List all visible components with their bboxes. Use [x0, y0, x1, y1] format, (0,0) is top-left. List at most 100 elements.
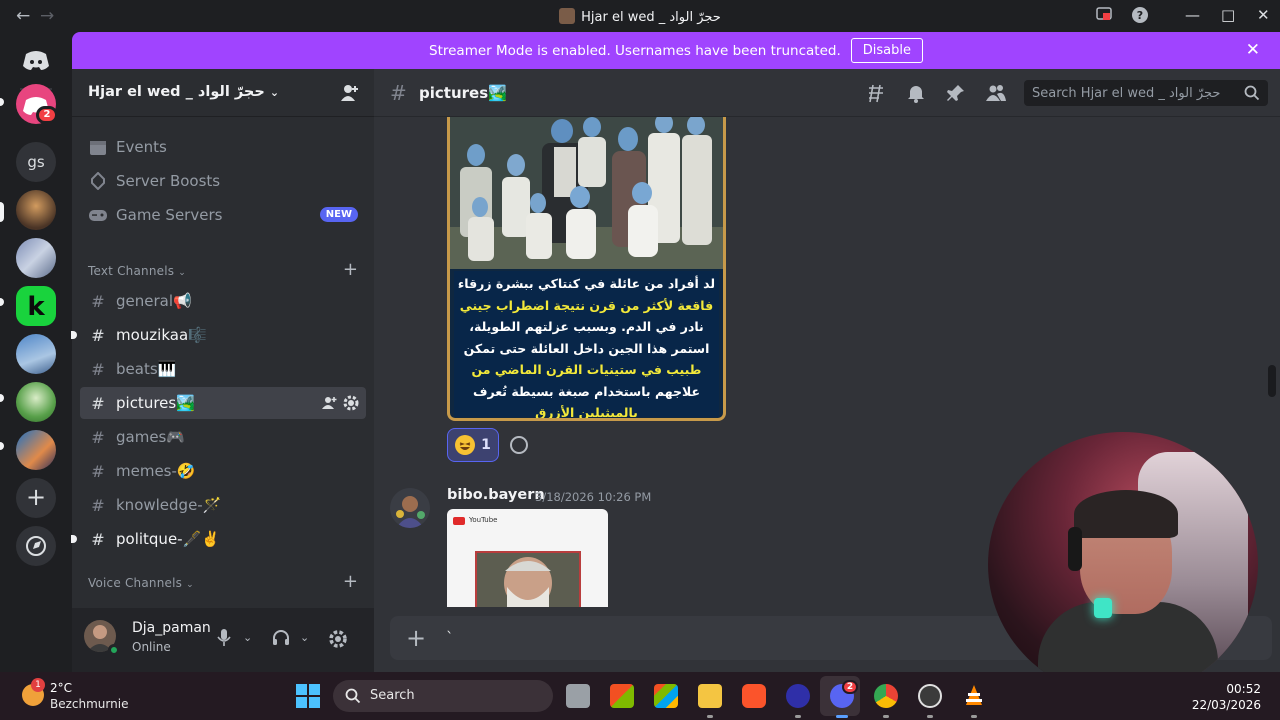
scrollbar[interactable] [1268, 365, 1276, 397]
create-channel-icon[interactable]: + [343, 259, 358, 280]
online-status-dot [108, 644, 120, 656]
channel-pictures[interactable]: # pictures🏞️ [80, 387, 366, 419]
avatar[interactable] [390, 488, 430, 528]
microphone-icon[interactable] [216, 628, 232, 648]
discord-badge: 2 [842, 680, 858, 694]
chrome-icon[interactable] [874, 684, 898, 708]
running-indicator [707, 715, 713, 718]
invite-people-icon[interactable] [340, 83, 360, 103]
bell-icon[interactable] [906, 83, 926, 103]
hash-icon: # [390, 81, 407, 105]
svg-text:k: k [27, 292, 45, 322]
windows-taskbar: 1 2°C Bezchmurnie Search 2 00:52 22/03/2… [0, 672, 1280, 720]
server-gs[interactable]: gs [16, 142, 56, 182]
headset [1068, 527, 1082, 571]
discord-home-icon[interactable] [16, 40, 56, 80]
hash-icon: # [91, 325, 105, 345]
close-icon[interactable]: ✕ [1246, 40, 1260, 60]
username[interactable]: Dja_paman [132, 620, 211, 636]
arabic-caption: لد أفراد من عائلة في كنتاكي ببشرة زرقاء … [454, 271, 719, 418]
chevron-down-icon: ⌄ [178, 268, 186, 278]
banner-text: Streamer Mode is enabled. Usernames have… [429, 42, 841, 59]
create-voice-channel-icon[interactable]: + [343, 571, 358, 592]
add-server-icon[interactable]: + [16, 478, 56, 518]
gear-icon[interactable] [342, 394, 360, 412]
channel-mouzikaa[interactable]: # mouzikaa🎼 [80, 319, 366, 351]
explore-icon[interactable] [16, 526, 56, 566]
chevron-down-icon[interactable]: ⌄ [243, 631, 252, 644]
reaction-count: 1 [481, 437, 491, 453]
widgets-icon[interactable] [610, 684, 634, 708]
family-photo [450, 117, 723, 269]
running-indicator [883, 715, 889, 718]
vlc-icon[interactable] [962, 684, 986, 708]
help-icon[interactable]: ? [1131, 6, 1149, 24]
disable-streamer-mode-button[interactable]: Disable [850, 38, 923, 63]
sidebar-item-server-boosts[interactable]: Server Boosts [80, 165, 366, 197]
unread-indicator [71, 331, 77, 339]
message-timestamp: 3/18/2026 10:26 PM [535, 490, 652, 504]
windows-start-icon[interactable] [296, 684, 320, 708]
add-attachment-icon[interactable]: + [406, 624, 426, 652]
message-image-attachment[interactable]: YouTube [447, 509, 608, 607]
sidebar-item-events[interactable]: Events [80, 131, 366, 163]
channel-beats[interactable]: # beats🎹 [80, 353, 366, 385]
file-explorer-icon[interactable] [698, 684, 722, 708]
chevron-down-icon[interactable]: ⌄ [300, 631, 309, 644]
category-voice-channels[interactable]: Voice Channels ⌄ [88, 576, 194, 590]
message-author[interactable]: bibo.bayern [447, 487, 545, 503]
server-pixel[interactable] [16, 382, 56, 422]
create-invite-icon[interactable] [322, 395, 338, 411]
pin-icon[interactable] [946, 83, 966, 103]
server-icon-4[interactable] [16, 334, 56, 374]
obs-icon[interactable] [918, 684, 942, 708]
chat-header: # pictures🏞️ [374, 69, 1280, 117]
channel-general[interactable]: # general📢 [80, 285, 366, 317]
threads-icon[interactable] [866, 83, 886, 103]
guild-header[interactable]: Hjar el wed _ حجرّ الواد ⌄ [72, 69, 374, 117]
app-icon[interactable] [786, 684, 810, 708]
running-indicator [927, 715, 933, 718]
server-kick[interactable]: k [16, 286, 56, 326]
hash-icon: # [91, 393, 105, 413]
hash-icon: # [91, 291, 105, 311]
brave-browser-icon[interactable] [742, 684, 766, 708]
close-window-icon[interactable]: ✕ [1257, 6, 1270, 24]
server-icon-6[interactable] [16, 430, 56, 470]
rail-pill [0, 394, 4, 402]
channel-games[interactable]: # games🎮 [80, 421, 366, 453]
running-indicator [836, 715, 848, 718]
add-reaction-icon[interactable] [510, 436, 528, 454]
microsoft-store-icon[interactable] [654, 684, 678, 708]
sidebar-item-game-servers[interactable]: Game Servers NEW [80, 199, 366, 231]
rail-pill [0, 202, 4, 222]
taskbar-search[interactable]: Search [333, 680, 553, 712]
minimize-icon[interactable]: — [1185, 6, 1200, 24]
channel-memes[interactable]: # memes-🤣 [80, 455, 366, 487]
headphones-icon[interactable] [271, 628, 291, 648]
channel-title: pictures🏞️ [419, 84, 507, 102]
screen-share-icon[interactable] [1096, 6, 1112, 22]
gear-icon[interactable] [328, 629, 348, 649]
chevron-down-icon: ⌄ [186, 580, 194, 590]
member-list-icon[interactable] [986, 83, 1006, 103]
streamer-mode-banner: Streamer Mode is enabled. Usernames have… [72, 32, 1280, 69]
channel-knowledge[interactable]: # knowledge-🪄 [80, 489, 366, 521]
channel-politque[interactable]: # politque-🖋️✌️ [80, 523, 366, 555]
video-thumbnail [475, 551, 581, 607]
svg-text:?: ? [1137, 9, 1143, 22]
task-view-icon[interactable] [566, 684, 590, 708]
message-image-attachment[interactable]: لد أفراد من عائلة في كنتاكي ببشرة زرقاء … [447, 117, 726, 421]
maximize-icon[interactable]: □ [1221, 6, 1235, 24]
server-icon-2[interactable] [16, 238, 56, 278]
server-hjar-el-wed[interactable] [16, 190, 56, 230]
search-input[interactable] [1024, 80, 1268, 106]
clock-date: 22/03/2026 [1191, 698, 1261, 712]
system-clock[interactable]: 00:52 22/03/2026 [1192, 681, 1261, 713]
search-box[interactable] [1024, 80, 1268, 106]
calendar-icon [90, 141, 106, 155]
rail-pill [0, 98, 4, 106]
server-icon [559, 8, 576, 24]
reaction-laughing[interactable]: 1 [447, 428, 499, 462]
category-text-channels[interactable]: Text Channels ⌄ [88, 264, 186, 278]
